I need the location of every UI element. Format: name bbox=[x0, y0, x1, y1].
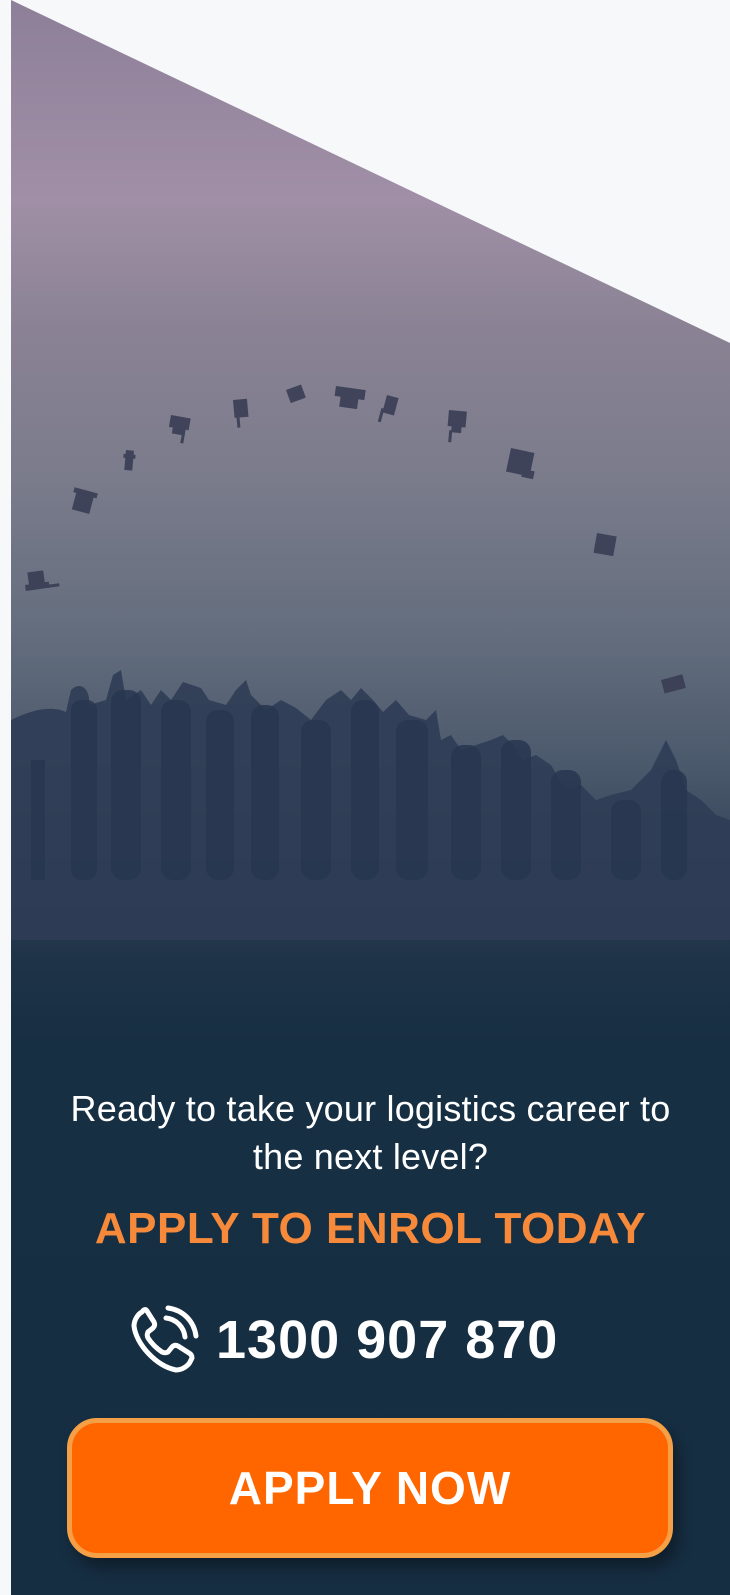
apply-to-enrol-heading: APPLY TO ENROL TODAY bbox=[94, 1204, 647, 1253]
phone-number[interactable]: 1300 907 870 bbox=[216, 1309, 558, 1371]
phone-ringing-icon bbox=[131, 1305, 199, 1373]
cta-tagline-line-2: the next level? bbox=[252, 1136, 489, 1177]
graduates-silhouette-image bbox=[11, 384, 730, 940]
cta-tagline: Ready to take your logistics career to t… bbox=[11, 1085, 730, 1181]
page: Ready to take your logistics career to t… bbox=[0, 0, 730, 1595]
apply-now-button[interactable]: APPLY NOW bbox=[67, 1418, 673, 1558]
phone-link[interactable]: 1300 907 870 bbox=[128, 1300, 558, 1380]
cta-tagline-line-1: Ready to take your logistics career to bbox=[70, 1088, 671, 1129]
